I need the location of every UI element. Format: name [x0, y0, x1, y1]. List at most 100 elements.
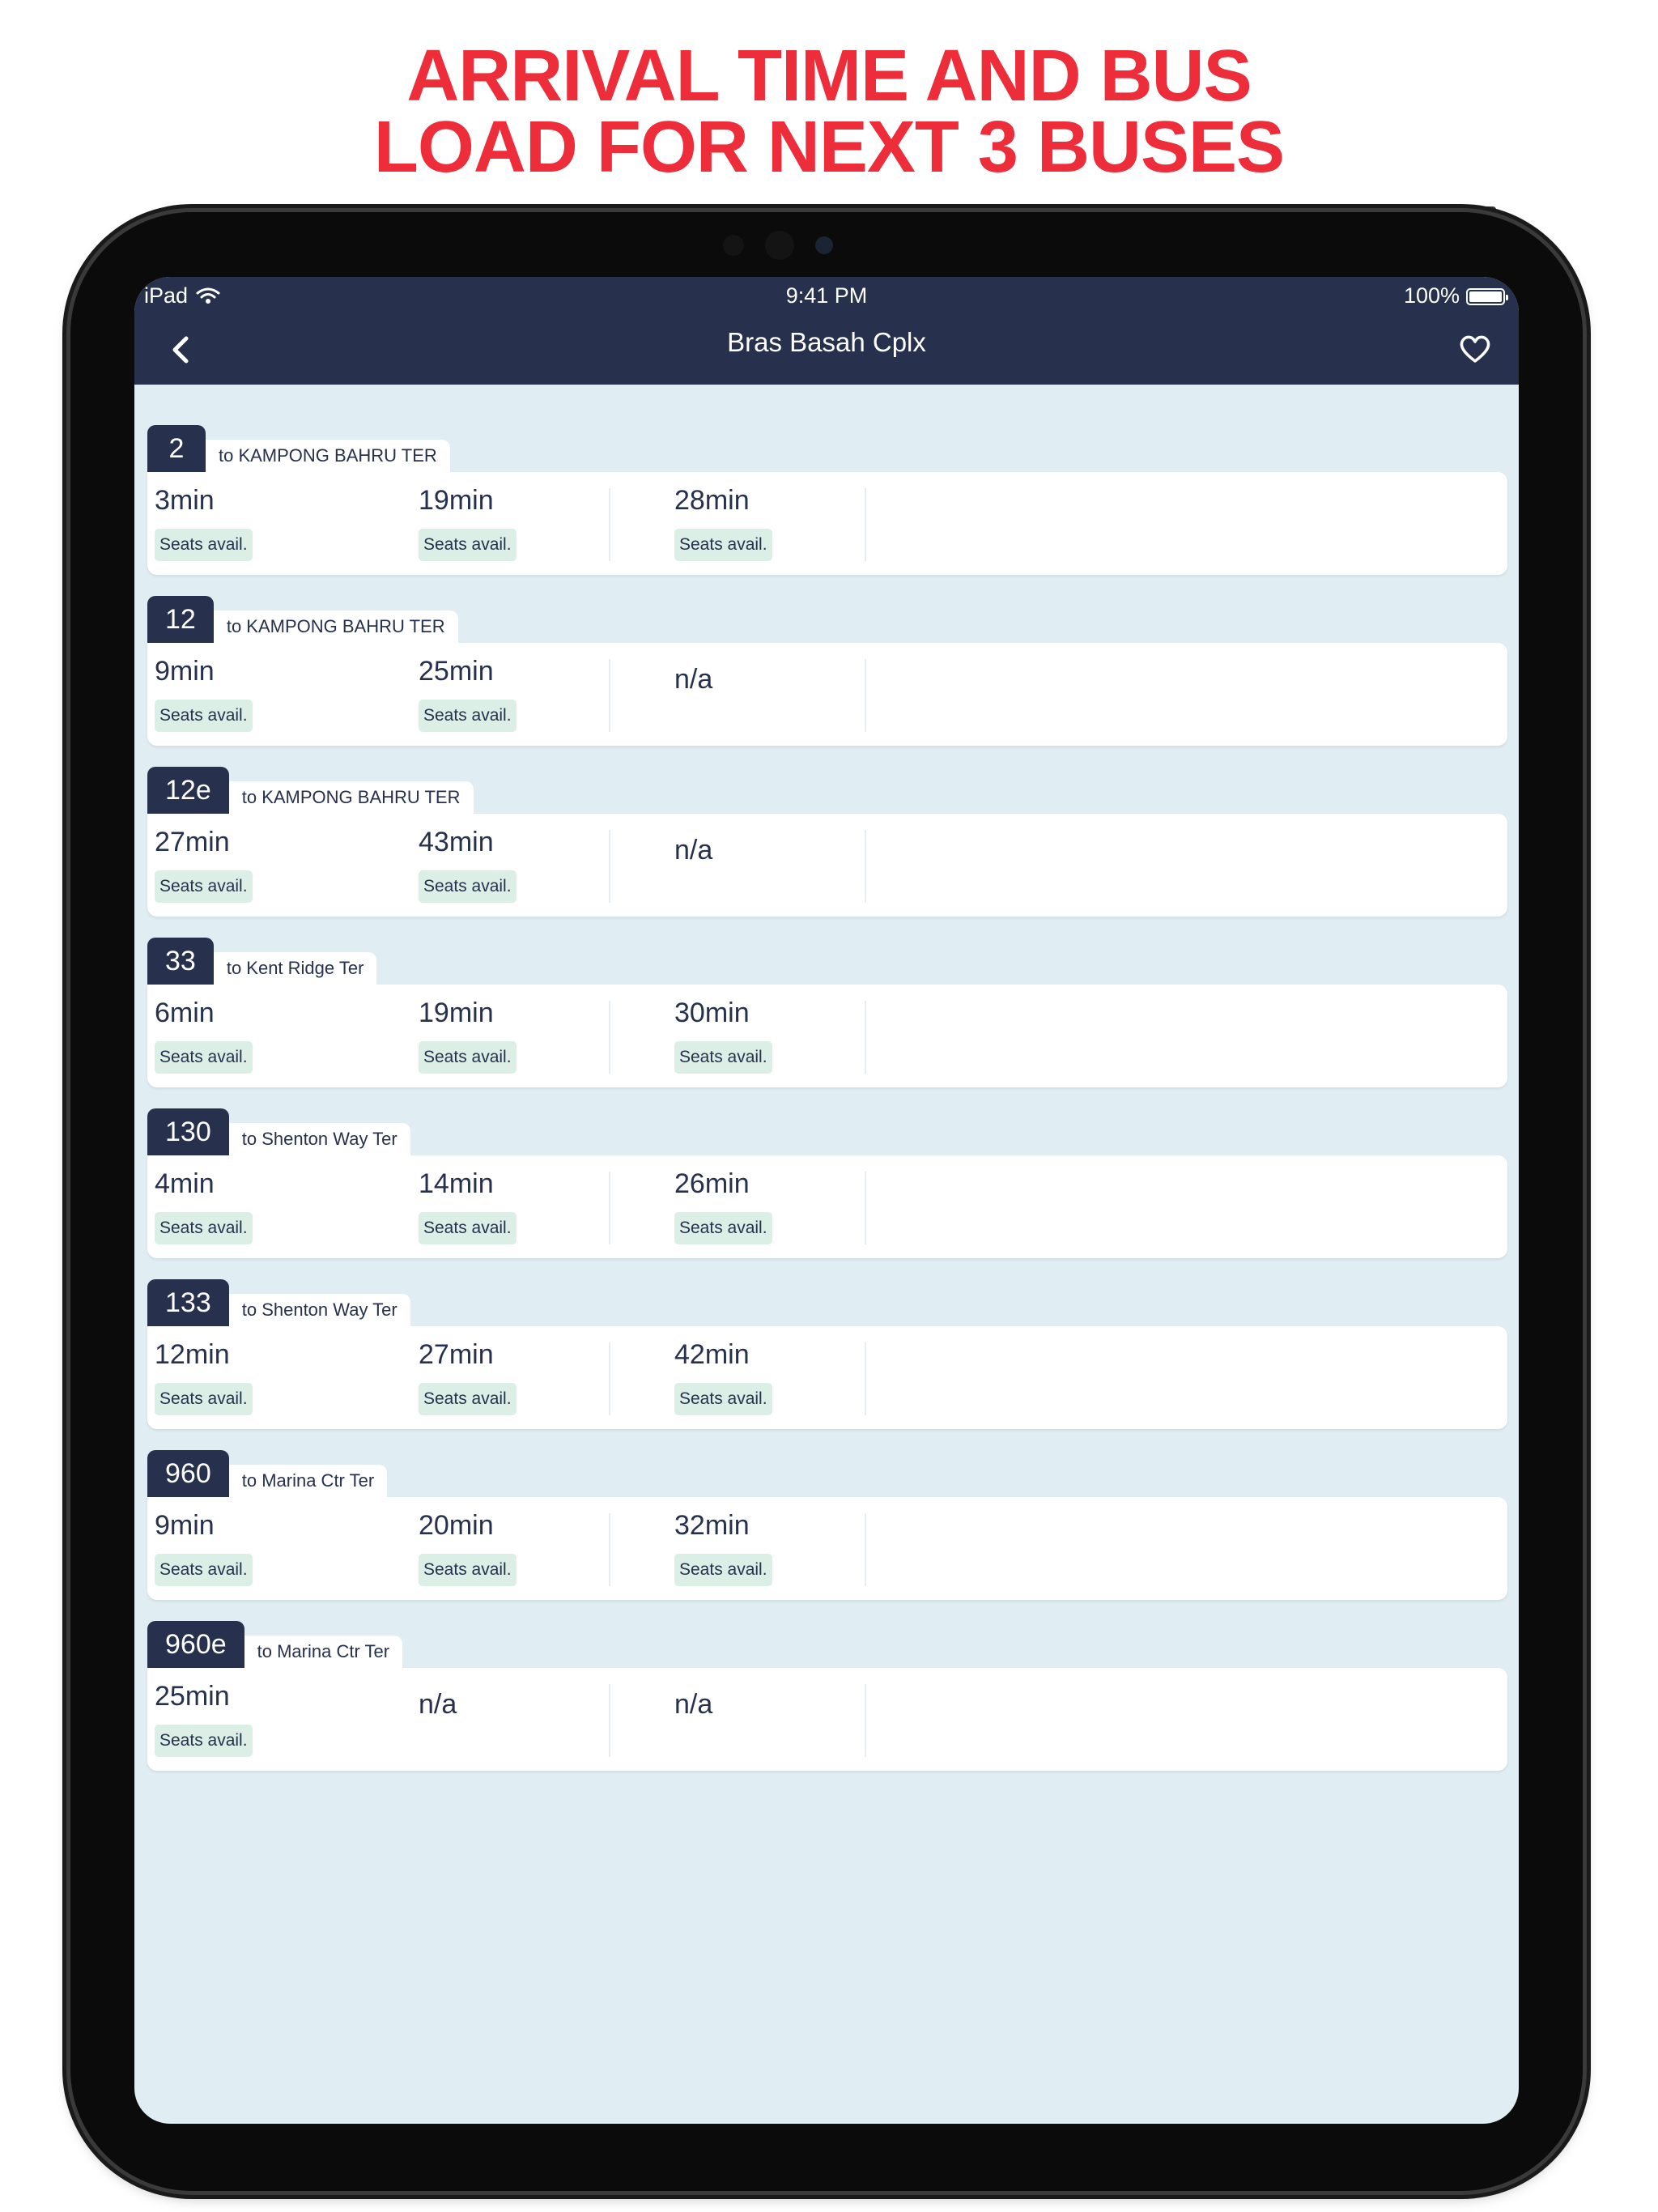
- bus-service-row[interactable]: 960 to Marina Ctr Ter 9min Seats avail. 20mi…: [147, 1450, 1507, 1621]
- column-divider: [609, 1342, 610, 1415]
- route-number-badge: 960e: [147, 1621, 244, 1668]
- route-destination: to Marina Ctr Ter: [244, 1636, 403, 1668]
- arrival-card: 9min Seats avail. 25min Seats avail. n/a: [147, 643, 1507, 746]
- bus-service-row[interactable]: 33 to Kent Ridge Ter 6min Seats avail. 19min…: [147, 938, 1507, 1108]
- arrival-time: n/a: [674, 664, 713, 695]
- arrival-time: 43min: [419, 827, 494, 857]
- bus-load-badge: Seats avail.: [674, 1041, 772, 1074]
- arrival-time: 25min: [419, 656, 494, 687]
- bus-service-row[interactable]: 12e to KAMPONG BAHRU TER 27min Seats avail.…: [147, 767, 1507, 938]
- promo-headline: ARRIVAL TIME AND BUS LOAD FOR NEXT 3 BUS…: [0, 36, 1658, 188]
- arrival-time: 9min: [155, 656, 215, 687]
- bus-service-list: 2 to KAMPONG BAHRU TER 3min Seats avail. 19m…: [147, 425, 1507, 1792]
- bus-load-badge: Seats avail.: [419, 1041, 517, 1074]
- bus-load-badge: Seats avail.: [155, 1212, 253, 1244]
- bus-service-row[interactable]: 2 to KAMPONG BAHRU TER 3min Seats avail. 19m…: [147, 425, 1507, 596]
- bus-load-badge: Seats avail.: [419, 1554, 517, 1586]
- arrival-time: 19min: [419, 998, 494, 1028]
- app-screen: iPad 9:41 PM 100% Bras Basah Cplx 2 to KA…: [134, 277, 1519, 2124]
- bus-load-badge: Seats avail.: [419, 1383, 517, 1415]
- bus-load-badge: Seats avail.: [674, 1383, 772, 1415]
- route-number-badge: 2: [147, 425, 206, 472]
- route-number-badge: 960: [147, 1450, 229, 1497]
- arrival-card: 27min Seats avail. 43min Seats avail. n/a: [147, 814, 1507, 917]
- route-header: 133 to Shenton Way Ter: [147, 1279, 410, 1326]
- arrival-time: 20min: [419, 1510, 494, 1541]
- route-destination: to KAMPONG BAHRU TER: [213, 610, 458, 643]
- bus-service-row[interactable]: 960e to Marina Ctr Ter 25min Seats avail. n/…: [147, 1621, 1507, 1792]
- arrival-card: 6min Seats avail. 19min Seats avail. 30min Se…: [147, 985, 1507, 1087]
- bus-load-badge: Seats avail.: [155, 870, 253, 903]
- navigation-bar: iPad 9:41 PM 100% Bras Basah Cplx: [134, 277, 1519, 385]
- battery-icon: [1466, 288, 1508, 305]
- arrival-time: n/a: [674, 835, 713, 866]
- column-divider: [609, 1172, 610, 1244]
- column-divider: [865, 488, 866, 561]
- headline-line-2: LOAD FOR NEXT 3 BUSES: [373, 107, 1285, 188]
- route-destination: to KAMPONG BAHRU TER: [228, 781, 474, 814]
- arrival-time: 25min: [155, 1681, 230, 1712]
- route-number-badge: 130: [147, 1108, 229, 1155]
- bus-load-badge: Seats avail.: [419, 1212, 517, 1244]
- column-divider: [865, 1342, 866, 1415]
- route-destination: to Marina Ctr Ter: [228, 1465, 388, 1497]
- route-number-badge: 33: [147, 938, 214, 985]
- arrival-time: 27min: [419, 1339, 494, 1370]
- arrival-time: 14min: [419, 1168, 494, 1199]
- column-divider: [609, 830, 610, 903]
- route-number-badge: 12: [147, 596, 214, 643]
- arrival-time: 26min: [674, 1168, 750, 1199]
- page-title: Bras Basah Cplx: [727, 327, 926, 357]
- route-header: 2 to KAMPONG BAHRU TER: [147, 425, 450, 472]
- bus-load-badge: Seats avail.: [419, 870, 517, 903]
- route-header: 130 to Shenton Way Ter: [147, 1108, 410, 1155]
- arrival-time: 4min: [155, 1168, 215, 1199]
- arrival-time: n/a: [419, 1689, 457, 1720]
- arrival-time: 27min: [155, 827, 230, 857]
- favorite-heart-icon[interactable]: [1459, 334, 1491, 364]
- battery-percentage: 100%: [1404, 283, 1460, 308]
- arrival-card: 3min Seats avail. 19min Seats avail. 28min Se…: [147, 472, 1507, 575]
- bus-load-badge: Seats avail.: [155, 529, 253, 561]
- arrival-card: 12min Seats avail. 27min Seats avail. 42min S…: [147, 1326, 1507, 1429]
- bus-load-badge: Seats avail.: [155, 1041, 253, 1074]
- status-time: 9:41 PM: [785, 283, 868, 308]
- route-header: 960 to Marina Ctr Ter: [147, 1450, 388, 1497]
- bus-service-row[interactable]: 133 to Shenton Way Ter 12min Seats avail. 27…: [147, 1279, 1507, 1450]
- route-destination: to KAMPONG BAHRU TER: [206, 440, 450, 472]
- column-divider: [609, 1001, 610, 1074]
- bus-load-badge: Seats avail.: [674, 529, 772, 561]
- arrival-card: 4min Seats avail. 14min Seats avail. 26min Se…: [147, 1155, 1507, 1258]
- bus-load-badge: Seats avail.: [674, 1212, 772, 1244]
- column-divider: [609, 488, 610, 561]
- route-header: 12 to KAMPONG BAHRU TER: [147, 596, 458, 643]
- column-divider: [865, 1684, 866, 1757]
- route-header: 33 to Kent Ridge Ter: [147, 938, 377, 985]
- arrival-time: 28min: [674, 485, 750, 516]
- headline-line-1: ARRIVAL TIME AND BUS: [406, 36, 1252, 117]
- column-divider: [609, 1513, 610, 1586]
- arrival-time: 32min: [674, 1510, 750, 1541]
- column-divider: [609, 1684, 610, 1757]
- arrival-time: 3min: [155, 485, 215, 516]
- arrival-time: 9min: [155, 1510, 215, 1541]
- camera-lens-icon: [815, 236, 833, 254]
- arrival-time: 30min: [674, 998, 750, 1028]
- route-number-badge: 133: [147, 1279, 229, 1326]
- bus-load-badge: Seats avail.: [155, 1554, 253, 1586]
- column-divider: [865, 1513, 866, 1586]
- arrival-card: 9min Seats avail. 20min Seats avail. 32min Se…: [147, 1497, 1507, 1600]
- bus-load-badge: Seats avail.: [419, 529, 517, 561]
- bus-service-row[interactable]: 130 to Shenton Way Ter 4min Seats avail. 14m…: [147, 1108, 1507, 1279]
- arrival-time: 42min: [674, 1339, 750, 1370]
- column-divider: [865, 830, 866, 903]
- bus-load-badge: Seats avail.: [419, 700, 517, 732]
- route-header: 960e to Marina Ctr Ter: [147, 1621, 403, 1668]
- arrival-time: n/a: [674, 1689, 713, 1720]
- sensor-dot: [723, 235, 744, 256]
- arrival-time: 6min: [155, 998, 215, 1028]
- bus-load-badge: Seats avail.: [155, 700, 253, 732]
- bus-service-row[interactable]: 12 to KAMPONG BAHRU TER 9min Seats avail. 25…: [147, 596, 1507, 767]
- arrival-card: 25min Seats avail. n/a n/a: [147, 1668, 1507, 1771]
- column-divider: [865, 1001, 866, 1074]
